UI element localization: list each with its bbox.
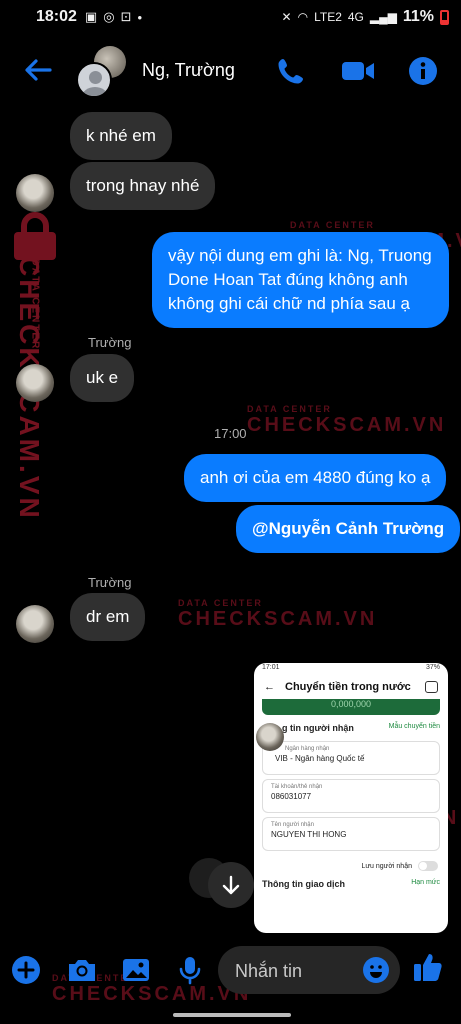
- camera-icon[interactable]: [66, 954, 98, 986]
- message-input[interactable]: Nhắn tin: [218, 946, 400, 994]
- image-home-icon: [425, 681, 438, 693]
- watermark-vertical: DATA CENTER CHECKSCAM.VN: [4, 210, 74, 521]
- emoji-icon[interactable]: [362, 956, 390, 984]
- image-account-field: Tài khoản/thẻ nhận 086031077: [262, 779, 440, 813]
- message-incoming[interactable]: k nhé em: [70, 112, 172, 160]
- image-back-icon: ←: [264, 681, 275, 693]
- watermark-2: DATA CENTER CHECKSCAM.VN: [247, 404, 447, 436]
- video-call-icon[interactable]: [340, 56, 376, 86]
- message-incoming[interactable]: dr em: [70, 593, 146, 641]
- image-save-row: Lưu người nhận: [254, 855, 448, 877]
- arrow-down-icon: [222, 875, 240, 895]
- notification-icons: ▣ ◎ ⊡ •: [85, 9, 142, 25]
- chat-header: Ng, Trường: [0, 40, 461, 104]
- message-placeholder: Nhắn tin: [235, 961, 303, 981]
- thumbs-up-icon[interactable]: [412, 950, 444, 984]
- status-time: 18:02: [36, 8, 77, 25]
- dot-icon: •: [137, 9, 143, 25]
- timestamp: 17:00: [214, 426, 247, 441]
- sync-icon: ◎: [103, 9, 115, 24]
- sender-avatar[interactable]: [16, 605, 54, 643]
- image-overlay-avatar: [256, 723, 284, 751]
- composer-bar: Nhắn tin: [0, 942, 461, 1000]
- image-balance-bar: 0,000,000: [262, 699, 440, 715]
- message-incoming[interactable]: uk e: [70, 354, 135, 402]
- sender-name: Trường: [88, 335, 132, 350]
- home-indicator[interactable]: [173, 1013, 291, 1017]
- message-outgoing[interactable]: vậy nội dung em ghi là: Ng, Truong Done …: [152, 232, 449, 328]
- status-bar: 18:02 ▣ ◎ ⊡ • ✕ ◠ LTE2 4G ▂▄▆ 11%: [0, 0, 461, 34]
- info-icon[interactable]: [408, 56, 438, 86]
- microphone-icon[interactable]: [174, 954, 206, 986]
- image-title-bar: ← Chuyển tiền trong nước: [254, 675, 448, 699]
- mute-icon: ✕: [281, 10, 292, 24]
- watermark-3: DATA CENTER CHECKSCAM.VN: [178, 598, 378, 630]
- image-toggle: [418, 861, 438, 871]
- image-section-txn: Thông tin giao dịch Hạn mức: [262, 879, 440, 889]
- message-incoming[interactable]: trong hnay nhé: [70, 162, 216, 210]
- contact-name[interactable]: Ng, Trường: [142, 60, 235, 81]
- signal-icon: ▂▄▆: [369, 10, 397, 24]
- gallery-icon[interactable]: [120, 954, 152, 986]
- message-mention[interactable]: @Nguyễn Cảnh Trường: [236, 505, 461, 553]
- scroll-down-button[interactable]: [208, 862, 254, 908]
- image-status-bar: 17:01 37%: [262, 664, 440, 671]
- sender-name: Trường: [88, 575, 132, 590]
- avatar-default: [76, 62, 112, 98]
- lock-icon: [14, 212, 56, 260]
- group-avatar[interactable]: [76, 46, 128, 98]
- shared-image[interactable]: 17:01 37% ← Chuyển tiền trong nước 0,000…: [254, 663, 448, 933]
- battery-percent: 11%: [402, 8, 434, 25]
- gallery-icon: ▣: [84, 9, 98, 24]
- phone-call-icon[interactable]: [276, 56, 306, 86]
- image-name-field: Tên người nhận NGUYEN THI HONG: [262, 817, 440, 851]
- message-outgoing[interactable]: anh ơi của em 4880 đúng ko ạ: [184, 454, 447, 502]
- back-arrow-icon[interactable]: [22, 54, 54, 86]
- capture-icon: ⊡: [120, 9, 132, 24]
- wifi-icon: ◠: [297, 10, 309, 24]
- sender-avatar[interactable]: [16, 364, 54, 402]
- image-bank-field: Ngân hàng nhận VIB - Ngân hàng Quốc tế: [262, 741, 440, 775]
- battery-icon: [440, 9, 449, 25]
- signal-type: 4G: [347, 10, 364, 24]
- plus-icon[interactable]: [10, 954, 42, 986]
- network-type: LTE2: [314, 10, 342, 24]
- sender-avatar[interactable]: [16, 174, 54, 212]
